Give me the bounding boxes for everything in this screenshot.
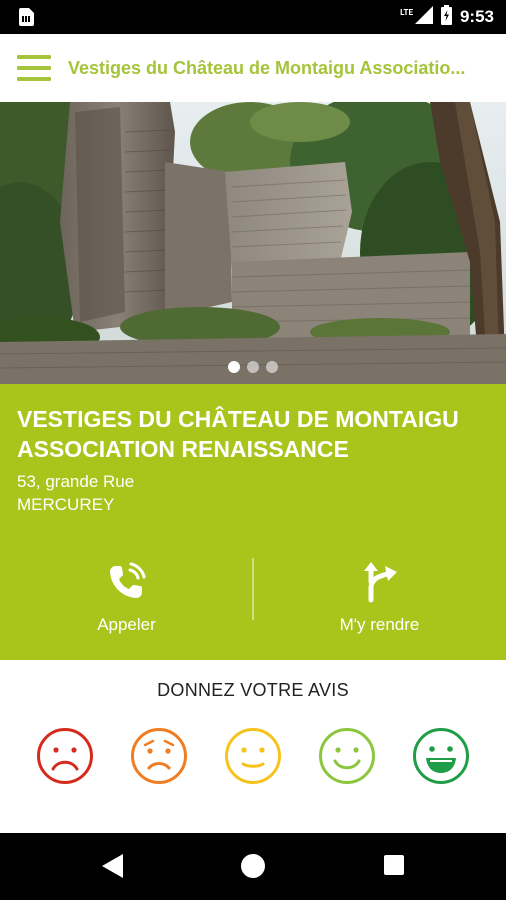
carousel-dot[interactable] <box>247 361 259 373</box>
neutral-face-icon[interactable] <box>224 727 282 785</box>
directions-arrow-icon <box>363 562 397 603</box>
signal-icon <box>414 6 433 28</box>
carousel-indicator[interactable] <box>0 361 506 373</box>
directions-button[interactable]: M'y rendre <box>253 554 506 654</box>
status-time: 9:53 <box>459 7 494 26</box>
battery-charging-icon <box>440 5 452 29</box>
address-city: MERCUREY <box>17 495 115 514</box>
very-sad-face-icon[interactable] <box>36 727 94 785</box>
review-section: DONNEZ VOTRE AVIS <box>0 660 506 833</box>
rating-smileys <box>36 727 476 787</box>
status-bar: LTE 9:53 <box>0 0 506 34</box>
system-nav-bar <box>0 833 506 900</box>
back-icon[interactable] <box>102 854 124 878</box>
carousel-dot[interactable] <box>266 361 278 373</box>
app-bar: Vestiges du Château de Montaigu Associat… <box>0 34 506 102</box>
call-label: Appeler <box>97 615 156 634</box>
directions-label: M'y rendre <box>339 615 420 634</box>
hamburger-menu-icon[interactable] <box>17 55 51 81</box>
place-name: VESTIGES DU CHÂTEAU DE MONTAIGU ASSOCIAT… <box>17 406 459 462</box>
page-title: Vestiges du Château de Montaigu Associat… <box>68 58 466 78</box>
network-type: LTE <box>400 7 413 17</box>
carousel-dot[interactable] <box>228 361 240 373</box>
review-title: DONNEZ VOTRE AVIS <box>157 680 349 700</box>
very-happy-face-icon[interactable] <box>412 727 470 785</box>
action-row: Appeler M'y rendre <box>0 554 506 654</box>
call-button[interactable]: Appeler <box>0 554 253 654</box>
home-icon[interactable] <box>241 854 265 878</box>
hero-image[interactable] <box>0 102 506 384</box>
phone-ringing-icon <box>109 562 145 598</box>
address-street: 53, grande Rue <box>17 472 135 491</box>
happy-face-icon[interactable] <box>318 727 376 785</box>
sad-face-icon[interactable] <box>130 727 188 785</box>
recents-icon[interactable] <box>384 855 404 875</box>
sim-card-icon <box>18 8 34 30</box>
place-info-panel: VESTIGES DU CHÂTEAU DE MONTAIGU ASSOCIAT… <box>0 384 506 660</box>
